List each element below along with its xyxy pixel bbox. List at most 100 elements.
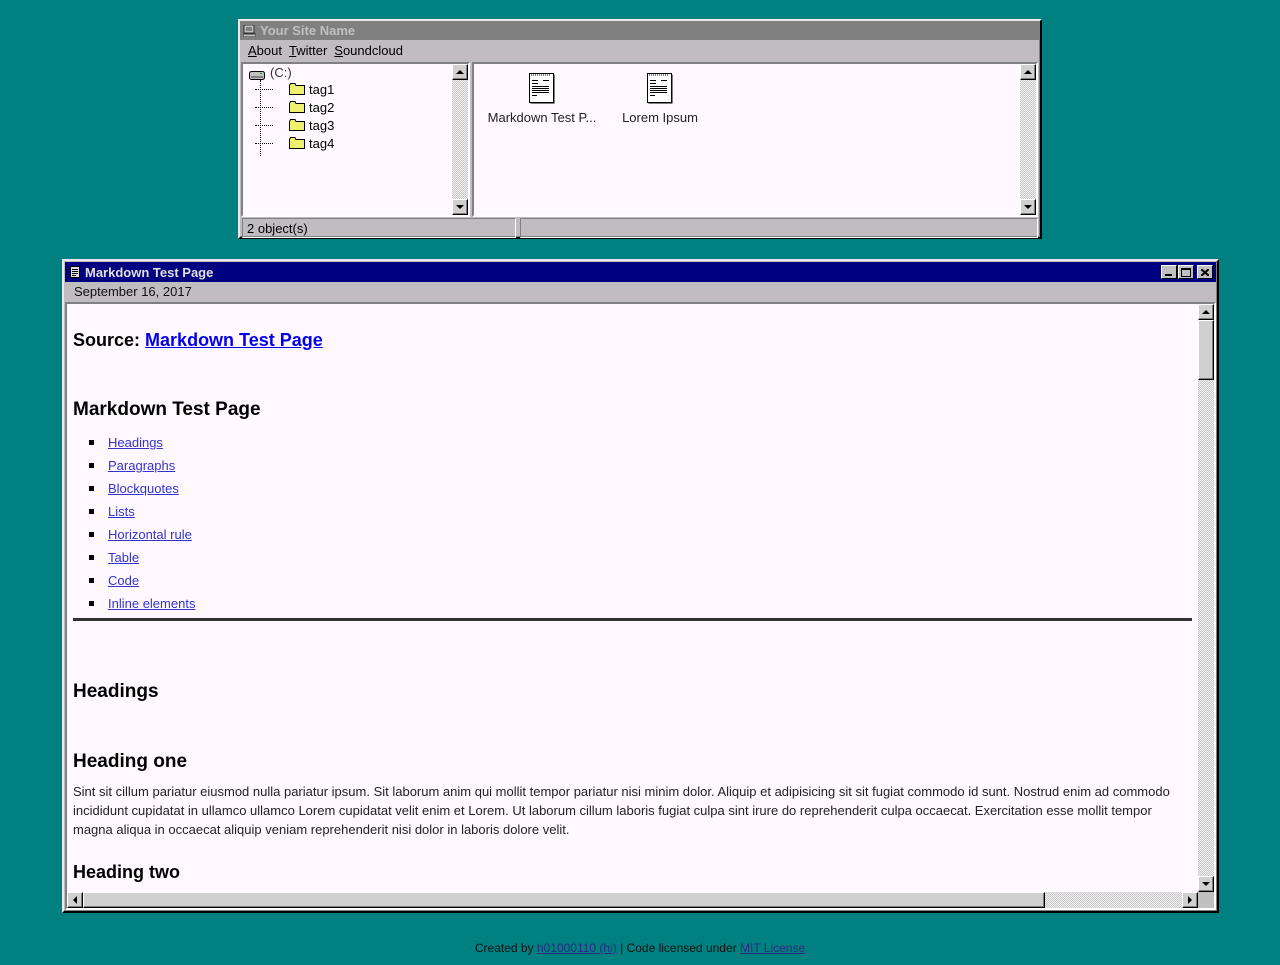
- scroll-up-button[interactable]: [452, 64, 468, 80]
- toc-item: Table: [73, 546, 195, 569]
- explorer-title: Your Site Name: [260, 23, 356, 38]
- source-label: Source:: [73, 330, 141, 350]
- tree-item-label: tag4: [309, 135, 335, 151]
- toc-item: Lists: [73, 500, 195, 523]
- tree-item-tag4[interactable]: tag4: [249, 134, 334, 152]
- files-vertical-scrollbar[interactable]: [1020, 64, 1036, 215]
- tree-item-tag1[interactable]: tag1: [249, 80, 334, 98]
- license-link[interactable]: MIT License: [740, 941, 805, 955]
- explorer-titlebar[interactable]: Your Site Name: [240, 21, 1040, 40]
- scroll-up-button[interactable]: [1198, 304, 1214, 320]
- folder-icon: [289, 101, 305, 113]
- table-of-contents: Headings Paragraphs Blockquotes Lists Ho…: [73, 431, 195, 615]
- arrow-up-icon: [1024, 70, 1032, 74]
- arrow-down-icon: [456, 205, 464, 209]
- toc-link-blockquotes[interactable]: Blockquotes: [108, 481, 179, 496]
- document-titlebar[interactable]: Markdown Test Page: [65, 262, 1216, 282]
- explorer-window: Your Site Name About Twitter Soundcloud …: [238, 19, 1042, 239]
- bullet-icon: [89, 509, 94, 514]
- document-window: Markdown Test Page September 16, 2017 So…: [62, 259, 1219, 913]
- document-content-pane: Source: Markdown Test Page Markdown Test…: [65, 302, 1216, 910]
- close-button[interactable]: [1197, 265, 1213, 279]
- arrow-right-icon: [1188, 896, 1192, 904]
- folder-tree: (C:) tag1 tag2 tag3 tag4: [249, 64, 334, 156]
- page-heading: Markdown Test Page: [73, 399, 261, 420]
- tree-item-label: tag2: [309, 99, 335, 115]
- horizontal-scroll-thumb[interactable]: [83, 892, 1045, 908]
- document-title: Markdown Test Page: [85, 264, 214, 280]
- explorer-menubar: About Twitter Soundcloud: [240, 40, 1040, 60]
- source-link[interactable]: Markdown Test Page: [145, 330, 323, 350]
- document-body: Source: Markdown Test Page Markdown Test…: [71, 304, 1192, 890]
- source-line: Source: Markdown Test Page: [73, 330, 323, 351]
- notepad-document-icon: [529, 73, 555, 104]
- tree-vertical-scrollbar[interactable]: [452, 64, 468, 215]
- bullet-icon: [89, 578, 94, 583]
- toc-link-lists[interactable]: Lists: [108, 504, 135, 519]
- toc-link-code[interactable]: Code: [108, 573, 139, 588]
- tree-item-label: tag3: [309, 117, 335, 133]
- scroll-down-button[interactable]: [1020, 199, 1036, 215]
- scroll-down-button[interactable]: [1198, 876, 1214, 892]
- status-right: [520, 218, 1038, 238]
- toc-link-table[interactable]: Table: [108, 550, 139, 565]
- bullet-icon: [89, 463, 94, 468]
- folder-icon: [289, 83, 305, 95]
- maximize-button[interactable]: [1178, 265, 1194, 279]
- tree-item-tag3[interactable]: tag3: [249, 116, 334, 134]
- bullet-icon: [89, 486, 94, 491]
- arrow-up-icon: [1202, 310, 1210, 314]
- arrow-up-icon: [456, 70, 464, 74]
- bullet-icon: [89, 555, 94, 560]
- document-vertical-scrollbar[interactable]: [1198, 304, 1214, 892]
- scroll-left-button[interactable]: [67, 892, 83, 908]
- menu-soundcloud[interactable]: Soundcloud: [334, 43, 403, 58]
- tree-item-label: tag1: [309, 81, 335, 97]
- maximize-icon: [1181, 267, 1191, 277]
- tree-root-drive[interactable]: (C:): [249, 64, 334, 80]
- scroll-corner: [1198, 892, 1214, 908]
- toc-link-inline-elements[interactable]: Inline elements: [108, 596, 195, 611]
- toc-item: Horizontal rule: [73, 523, 195, 546]
- document-horizontal-scrollbar[interactable]: [67, 892, 1198, 908]
- file-pane: Markdown Test P... Lorem Ipsum: [472, 62, 1038, 217]
- scroll-down-button[interactable]: [452, 199, 468, 215]
- menu-about[interactable]: About: [248, 43, 282, 58]
- folder-icon: [289, 137, 305, 149]
- arrow-down-icon: [1202, 882, 1210, 886]
- computer-icon: [243, 24, 256, 37]
- vertical-scroll-thumb[interactable]: [1198, 320, 1214, 380]
- post-date: September 16, 2017: [74, 284, 192, 299]
- arrow-down-icon: [1024, 205, 1032, 209]
- toc-item: Code: [73, 569, 195, 592]
- author-link[interactable]: h01000110 (hi): [537, 941, 617, 955]
- close-icon: [1201, 268, 1209, 276]
- file-item-lorem-ipsum[interactable]: Lorem Ipsum: [600, 72, 720, 125]
- footer-license-text: | Code licensed under: [620, 941, 737, 955]
- heading-two: Heading two: [73, 862, 180, 882]
- notepad-document-icon: [647, 73, 673, 104]
- horizontal-rule: [73, 618, 1192, 621]
- menu-twitter[interactable]: Twitter: [289, 43, 327, 58]
- status-object-count: 2 object(s): [242, 218, 516, 238]
- file-item-label: Lorem Ipsum: [622, 110, 698, 125]
- toc-link-headings[interactable]: Headings: [108, 435, 163, 450]
- toc-link-horizontal-rule[interactable]: Horizontal rule: [108, 527, 192, 542]
- section-heading-headings: Headings: [73, 681, 159, 702]
- arrow-left-icon: [73, 896, 77, 904]
- tree-pane: (C:) tag1 tag2 tag3 tag4: [241, 62, 470, 217]
- minimize-button[interactable]: [1161, 265, 1177, 279]
- scroll-right-button[interactable]: [1182, 892, 1198, 908]
- page-footer: Created by h01000110 (hi) | Code license…: [0, 941, 1280, 955]
- notepad-icon: [68, 266, 81, 279]
- bullet-icon: [89, 440, 94, 445]
- bullet-icon: [89, 601, 94, 606]
- file-item-label: Markdown Test P...: [487, 110, 597, 125]
- explorer-statusbar: 2 object(s): [242, 218, 1038, 238]
- toc-item: Headings: [73, 431, 195, 454]
- scroll-up-button[interactable]: [1020, 64, 1036, 80]
- toc-item: Paragraphs: [73, 454, 195, 477]
- tree-item-tag2[interactable]: tag2: [249, 98, 334, 116]
- toc-link-paragraphs[interactable]: Paragraphs: [108, 458, 175, 473]
- file-item-markdown-test-page[interactable]: Markdown Test P...: [482, 72, 602, 125]
